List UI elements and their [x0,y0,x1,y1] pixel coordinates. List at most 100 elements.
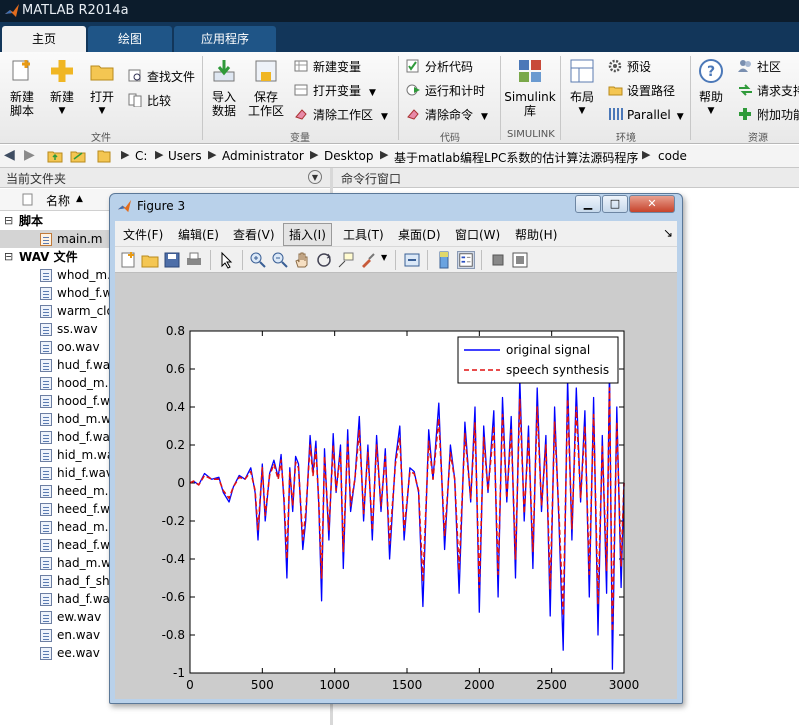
group-environment-label: 环境 [616,133,636,144]
file-name: ss.wav [57,322,98,336]
layout-button[interactable]: 布局 ▼ [564,58,600,118]
path-segment-project[interactable]: 基于matlab编程LPC系数的估计算法源码程序 [394,149,638,166]
add-ons-button[interactable]: 附加功能 [738,106,799,124]
legend[interactable]: original signal speech synthesis [457,336,619,384]
path-segment-drive[interactable]: C: [135,149,147,163]
new-variable-icon [294,59,309,73]
insert-colorbar-icon[interactable] [435,251,453,269]
save-workspace-button[interactable]: 保存 工作区 [246,58,286,118]
path-segment-users[interactable]: Users [168,149,202,163]
new-variable-button[interactable]: 新建变量 [294,58,361,76]
open-file-icon[interactable] [141,251,159,269]
figure-title-bar[interactable]: Figure 3 ▁ □ ✕ [110,194,682,218]
group-code-label: 代码 [440,133,460,144]
wav-file-icon [40,485,52,498]
tab-apps[interactable]: 应用程序 [174,26,276,52]
menu-desktop[interactable]: 桌面(D) [398,226,441,243]
tab-plots[interactable]: 绘图 [88,26,172,52]
collapse-icon[interactable]: ⊟ [4,212,13,230]
zoom-in-icon[interactable] [249,251,267,269]
data-cursor-icon[interactable] [337,251,355,269]
wav-file-icon [40,377,52,390]
new-button[interactable]: 新建 ▼ [44,58,80,118]
forward-arrow-icon[interactable]: ▶ [24,147,35,163]
file-name: ee.wav [57,646,100,660]
browse-folder-icon[interactable] [70,148,86,164]
brush-dropdown-icon[interactable]: ▼ [381,253,387,262]
figure-title: Figure 3 [137,199,186,213]
menu-help[interactable]: 帮助(H) [515,226,557,243]
close-button[interactable]: ✕ [629,195,675,213]
open-variable-button[interactable]: 打开变量 ▼ [294,82,376,100]
collapse-icon[interactable]: ⊟ [4,248,13,266]
community-button[interactable]: 社区 [738,58,781,76]
maximize-button[interactable]: □ [602,195,628,213]
tab-home[interactable]: 主页 [2,26,86,52]
menu-window[interactable]: 窗口(W) [455,226,500,243]
path-segment-administrator[interactable]: Administrator [222,149,304,163]
menu-tools[interactable]: 工具(T) [343,226,384,243]
clear-commands-button[interactable]: 清除命令 ▼ [406,106,488,124]
print-figure-icon[interactable] [185,251,203,269]
back-arrow-icon[interactable]: ◀ [4,147,15,163]
import-data-button[interactable]: 导入 数据 [206,58,242,118]
run-and-time-icon [406,83,421,97]
preferences-label: 预设 [627,60,652,74]
minimize-button[interactable]: ▁ [575,195,601,213]
set-path-button[interactable]: 设置路径 [608,82,675,100]
show-plot-tools-icon[interactable] [511,251,529,269]
request-support-button[interactable]: 请求支持 [738,82,799,100]
dock-figure-icon[interactable]: ↘ [663,226,673,240]
open-button[interactable]: 打开 ▼ [84,58,120,118]
menu-file[interactable]: 文件(F) [123,226,163,243]
menu-insert[interactable]: 插入(I) [283,223,332,246]
menu-edit[interactable]: 编辑(E) [178,226,219,243]
open-variable-label: 打开变量 [313,84,362,98]
figure-window[interactable]: Figure 3 ▁ □ ✕ 文件(F) 编辑(E) 查看(V) 插入(I) 工… [109,193,683,704]
current-folder-panel-header: 当前文件夹 ▼ [0,168,330,188]
clear-workspace-button[interactable]: 清除工作区 ▼ [294,106,388,124]
save-figure-icon[interactable] [163,251,181,269]
find-files-button[interactable]: 查找文件 [128,68,195,86]
file-name: en.wav [57,628,101,642]
analyze-code-button[interactable]: 分析代码 [406,58,473,76]
toolbar-separator [481,250,482,270]
plot-canvas[interactable]: 0.8 0.6 0.4 0.2 0 -0.2 -0.4 -0.6 -0.8 -1 0 500 1000… [115,273,677,699]
file-group-label: WAV 文件 [19,250,78,264]
ribbon-toolbar: 新建 脚本 新建 ▼ 打开 ▼ 查找文件 比较 文件 导入 数据 保存 工作区 … [0,52,799,144]
rotate-3d-icon[interactable] [315,251,333,269]
up-folder-icon[interactable] [47,148,63,164]
current-folder-address-bar[interactable]: ◀ ▶ ▶ C: ▶ Users ▶ Administrator ▶ Deskt… [0,145,799,168]
edit-plot-arrow-icon[interactable] [218,251,236,269]
folder-icon [97,150,111,163]
x-tick-label: 500 [251,678,274,692]
parallel-button[interactable]: Parallel ▼ [608,106,684,124]
ribbon-tab-strip: 主页 绘图 应用程序 [0,22,799,52]
hide-plot-tools-icon[interactable] [489,251,507,269]
simulink-library-button[interactable]: Simulink 库 [504,58,556,118]
menu-view[interactable]: 查看(V) [233,226,275,243]
path-segment-desktop[interactable]: Desktop [324,149,374,163]
link-plot-icon[interactable] [403,251,421,269]
new-figure-icon[interactable] [119,251,137,269]
compare-label: 比较 [147,94,172,108]
add-ons-icon [738,107,753,121]
new-script-button[interactable]: 新建 脚本 [4,58,40,118]
file-name: main.m [57,232,103,246]
pan-hand-icon[interactable] [293,251,311,269]
zoom-out-icon[interactable] [271,251,289,269]
clear-workspace-icon [294,107,309,121]
help-button[interactable]: ? 帮助 ▼ [694,58,728,118]
panel-options-icon[interactable]: ▼ [308,170,322,184]
figure-toolbar: ▼ [115,247,677,273]
path-segment-code[interactable]: code [658,149,687,163]
insert-legend-icon[interactable] [457,251,475,269]
path-separator-icon: ▶ [642,148,651,161]
run-and-time-button[interactable]: 运行和计时 [406,82,485,100]
y-tick-label: 0.6 [166,362,185,376]
compare-button[interactable]: 比较 [128,92,171,110]
add-ons-label: 附加功能 [757,108,799,122]
preferences-button[interactable]: 预设 [608,58,651,76]
brush-data-icon[interactable] [359,251,377,269]
name-column-header[interactable]: 名称 [46,192,70,209]
